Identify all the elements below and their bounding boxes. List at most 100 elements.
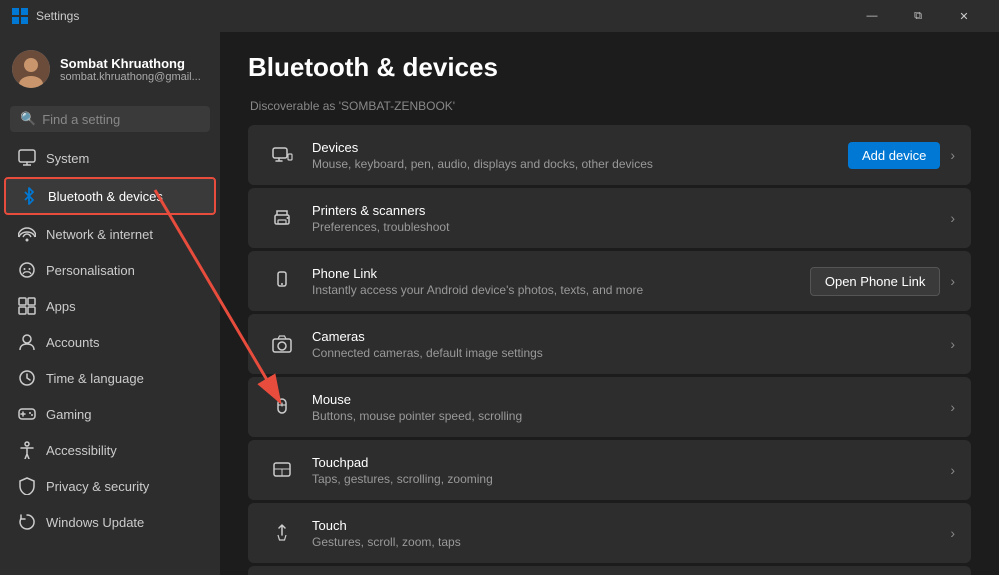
profile-email: sombat.khruathong@gmail... — [60, 71, 208, 83]
settings-item-devices[interactable]: Devices Mouse, keyboard, pen, audio, dis… — [248, 125, 971, 185]
cameras-icon — [264, 326, 300, 362]
cameras-text: Cameras Connected cameras, default image… — [300, 329, 950, 360]
devices-chevron: › — [950, 147, 955, 163]
system-icon — [18, 149, 36, 167]
sidebar-item-accessibility[interactable]: Accessibility — [4, 433, 216, 467]
sidebar-item-apps[interactable]: Apps — [4, 289, 216, 323]
touch-action: › — [950, 525, 955, 541]
settings-item-penink[interactable]: Pen & Windows Ink Right-handed or left-h… — [248, 566, 971, 575]
page-title: Bluetooth & devices — [248, 52, 971, 83]
cameras-action: › — [950, 336, 955, 352]
phonelink-desc: Instantly access your Android device's p… — [312, 283, 810, 297]
sidebar-item-system[interactable]: System — [4, 141, 216, 175]
printers-text: Printers & scanners Preferences, trouble… — [300, 203, 950, 234]
sidebar-item-time[interactable]: Time & language — [4, 361, 216, 395]
devices-action: Add device › — [848, 142, 955, 169]
personalisation-label: Personalisation — [46, 263, 135, 278]
sidebar-item-bluetooth[interactable]: Bluetooth & devices — [4, 177, 216, 215]
settings-item-cameras[interactable]: Cameras Connected cameras, default image… — [248, 314, 971, 374]
touchpad-desc: Taps, gestures, scrolling, zooming — [312, 472, 950, 486]
sidebar-item-privacy[interactable]: Privacy & security — [4, 469, 216, 503]
apps-label: Apps — [46, 299, 76, 314]
phonelink-title: Phone Link — [312, 266, 810, 281]
devices-text: Devices Mouse, keyboard, pen, audio, dis… — [300, 140, 848, 171]
mouse-action: › — [950, 399, 955, 415]
minimize-button[interactable]: — — [849, 0, 895, 32]
personalisation-icon — [18, 261, 36, 279]
printers-chevron: › — [950, 210, 955, 226]
touchpad-chevron: › — [950, 462, 955, 478]
sidebar-item-update[interactable]: Windows Update — [4, 505, 216, 539]
sidebar-item-gaming[interactable]: Gaming — [4, 397, 216, 431]
printers-title: Printers & scanners — [312, 203, 950, 218]
gaming-icon — [18, 405, 36, 423]
phonelink-text: Phone Link Instantly access your Android… — [300, 266, 810, 297]
privacy-label: Privacy & security — [46, 479, 149, 494]
system-label: System — [46, 151, 89, 166]
accounts-icon — [18, 333, 36, 351]
touchpad-icon — [264, 452, 300, 488]
app-title: Settings — [36, 9, 849, 23]
touchpad-action: › — [950, 462, 955, 478]
mouse-title: Mouse — [312, 392, 950, 407]
sidebar-item-network[interactable]: Network & internet — [4, 217, 216, 251]
bluetooth-label: Bluetooth & devices — [48, 189, 163, 204]
settings-item-touch[interactable]: Touch Gestures, scroll, zoom, taps › — [248, 503, 971, 563]
window-controls: — ⧉ ✕ — [849, 0, 987, 32]
search-box[interactable]: 🔍 — [10, 106, 210, 132]
settings-item-touchpad[interactable]: Touchpad Taps, gestures, scrolling, zoom… — [248, 440, 971, 500]
main-content: Bluetooth & devices Discoverable as 'SOM… — [220, 32, 999, 575]
avatar — [12, 50, 50, 88]
touch-text: Touch Gestures, scroll, zoom, taps — [300, 518, 950, 549]
network-icon — [18, 225, 36, 243]
sidebar-item-personalisation[interactable]: Personalisation — [4, 253, 216, 287]
mouse-icon — [264, 389, 300, 425]
time-label: Time & language — [46, 371, 144, 386]
touch-desc: Gestures, scroll, zoom, taps — [312, 535, 950, 549]
privacy-icon — [18, 477, 36, 495]
cameras-desc: Connected cameras, default image setting… — [312, 346, 950, 360]
touch-icon — [264, 515, 300, 551]
touchpad-title: Touchpad — [312, 455, 950, 470]
settings-item-printers[interactable]: Printers & scanners Preferences, trouble… — [248, 188, 971, 248]
mouse-desc: Buttons, mouse pointer speed, scrolling — [312, 409, 950, 423]
bluetooth-icon — [20, 187, 38, 205]
title-bar: Settings — ⧉ ✕ — [0, 0, 999, 32]
printers-desc: Preferences, troubleshoot — [312, 220, 950, 234]
add-device-button[interactable]: Add device — [848, 142, 940, 169]
apps-icon — [18, 297, 36, 315]
devices-title: Devices — [312, 140, 848, 155]
touch-title: Touch — [312, 518, 950, 533]
update-icon — [18, 513, 36, 531]
profile-name: Sombat Khruathong — [60, 56, 208, 71]
settings-item-mouse[interactable]: Mouse Buttons, mouse pointer speed, scro… — [248, 377, 971, 437]
search-input[interactable] — [42, 112, 218, 127]
touch-chevron: › — [950, 525, 955, 541]
profile-section[interactable]: Sombat Khruathong sombat.khruathong@gmai… — [0, 40, 220, 98]
accessibility-icon — [18, 441, 36, 459]
accounts-label: Accounts — [46, 335, 99, 350]
time-icon — [18, 369, 36, 387]
mouse-chevron: › — [950, 399, 955, 415]
open-phone-link-button[interactable]: Open Phone Link — [810, 267, 940, 296]
app-icon — [12, 8, 28, 24]
scroll-hint: Discoverable as 'SOMBAT-ZENBOOK' — [248, 99, 971, 113]
sidebar-item-accounts[interactable]: Accounts — [4, 325, 216, 359]
phonelink-action: Open Phone Link › — [810, 267, 955, 296]
profile-info: Sombat Khruathong sombat.khruathong@gmai… — [60, 56, 208, 83]
network-label: Network & internet — [46, 227, 153, 242]
mouse-text: Mouse Buttons, mouse pointer speed, scro… — [300, 392, 950, 423]
phonelink-icon — [264, 263, 300, 299]
phonelink-chevron: › — [950, 273, 955, 289]
printers-action: › — [950, 210, 955, 226]
printers-icon — [264, 200, 300, 236]
update-label: Windows Update — [46, 515, 144, 530]
devices-icon — [264, 137, 300, 173]
sidebar: Sombat Khruathong sombat.khruathong@gmai… — [0, 32, 220, 575]
close-button[interactable]: ✕ — [941, 0, 987, 32]
cameras-chevron: › — [950, 336, 955, 352]
settings-item-phonelink[interactable]: Phone Link Instantly access your Android… — [248, 251, 971, 311]
maximize-button[interactable]: ⧉ — [895, 0, 941, 32]
devices-desc: Mouse, keyboard, pen, audio, displays an… — [312, 157, 848, 171]
touchpad-text: Touchpad Taps, gestures, scrolling, zoom… — [300, 455, 950, 486]
